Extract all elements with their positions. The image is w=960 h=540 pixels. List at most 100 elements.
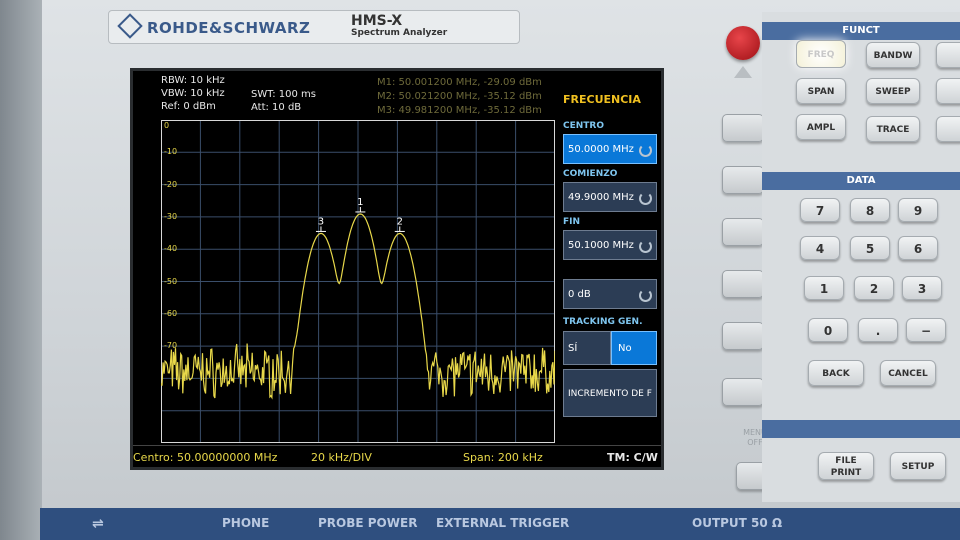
rotary-knob-icon <box>639 192 652 205</box>
marker-2-readout: M2: 50.021200 MHz, -35.12 dBm <box>377 91 542 102</box>
spectrum-graph: 1 2 3 <box>160 120 556 443</box>
key-8[interactable]: 8 <box>850 198 890 222</box>
center-frequency-readout: Centro: 50.00000000 MHz <box>133 451 278 464</box>
start-freq-value: 49.9000 MHz <box>568 192 634 203</box>
ref-readout: Ref: 0 dBm <box>161 101 216 112</box>
file-print-key[interactable]: FILE PRINT <box>818 452 874 480</box>
marker-1-readout: M1: 50.001200 MHz, -29.09 dBm <box>377 77 542 88</box>
key-0[interactable]: 0 <box>808 318 848 342</box>
brand-name: ROHDE&SCHWARZ <box>147 19 311 37</box>
data-panel-divider <box>762 420 960 438</box>
key-1[interactable]: 1 <box>804 276 844 300</box>
stop-freq-field[interactable]: 50.1000 MHz <box>563 230 657 260</box>
probe-power-label: PROBE POWER <box>318 516 418 530</box>
marker-3: 3 <box>315 216 326 232</box>
spectrum-plot[interactable]: 1 2 3 <box>160 120 556 443</box>
div-readout: 20 kHz/DIV <box>311 451 372 464</box>
function-key-6[interactable] <box>936 78 960 104</box>
analyzer-screen: RBW: 10 kHz VBW: 10 kHz Ref: 0 dBm SWT: … <box>130 68 664 470</box>
trace-mode-readout: TM: C/W <box>607 451 658 464</box>
setup-key[interactable]: SETUP <box>890 452 946 480</box>
stop-freq-value: 50.1000 MHz <box>568 240 634 251</box>
sweep-key[interactable]: SWEEP <box>866 78 920 104</box>
external-trigger-label: EXTERNAL TRIGGER <box>436 516 570 530</box>
tracking-yes-option[interactable]: SÍ <box>563 331 611 365</box>
key-3[interactable]: 3 <box>902 276 942 300</box>
key-decimal[interactable]: . <box>858 318 898 342</box>
power-button[interactable] <box>726 26 760 60</box>
marker-number: 1 <box>357 197 363 208</box>
y-axis-label: -70 <box>164 341 178 351</box>
softkey-4[interactable] <box>722 270 764 298</box>
data-header: DATA <box>762 172 960 190</box>
function-header: FUNCT <box>762 22 960 40</box>
y-axis-label: -50 <box>164 276 178 286</box>
left-frame <box>0 0 42 540</box>
y-axis-label: -40 <box>164 244 178 254</box>
start-label: COMIENZO <box>563 169 618 179</box>
y-axis-label: -30 <box>164 211 178 221</box>
freq-increment-button[interactable]: INCREMENTO DE F <box>563 369 657 417</box>
y-axis-label: -10 <box>164 147 178 157</box>
span-key[interactable]: SPAN <box>796 78 846 104</box>
stop-label: FIN <box>563 217 581 227</box>
softkey-5[interactable] <box>722 322 764 350</box>
offset-value: 0 dB <box>568 289 591 300</box>
swt-readout: SWT: 100 ms <box>251 89 317 100</box>
brand-logo: ROHDE&SCHWARZ <box>117 13 311 39</box>
back-key[interactable]: BACK <box>808 360 864 386</box>
offset-field[interactable]: 0 dB <box>563 279 657 309</box>
softkey-3[interactable] <box>722 218 764 246</box>
marker-3-readout: M3: 49.981200 MHz, -35.12 dBm <box>377 105 542 116</box>
marker-number: 3 <box>318 216 324 227</box>
vbw-readout: VBW: 10 kHz <box>161 88 225 99</box>
rotary-knob-icon <box>639 240 652 253</box>
brand-bar: ROHDE&SCHWARZ HMS-X Spectrum Analyzer <box>108 10 520 44</box>
key-6[interactable]: 6 <box>898 236 938 260</box>
key-minus[interactable]: − <box>906 318 946 342</box>
marker-1: 1 <box>355 197 366 213</box>
key-2[interactable]: 2 <box>854 276 894 300</box>
function-panel: FUNCT FREQ BANDW SPAN SWEEP AMPL TRACE D… <box>762 12 960 502</box>
rbw-readout: RBW: 10 kHz <box>161 75 225 86</box>
center-freq-field[interactable]: 50.0000 MHz <box>563 134 657 164</box>
span-readout: Span: 200 kHz <box>463 451 543 464</box>
bottom-connector-strip: ⇌ PHONE PROBE POWER EXTERNAL TRIGGER OUT… <box>40 508 960 540</box>
y-axis-label: -60 <box>164 308 178 318</box>
key-9[interactable]: 9 <box>898 198 938 222</box>
marker-number: 2 <box>397 216 403 227</box>
rotary-knob-icon <box>639 144 652 157</box>
model-subtitle: Spectrum Analyzer <box>351 28 448 38</box>
ampl-key[interactable]: AMPL <box>796 114 846 140</box>
start-freq-field[interactable]: 49.9000 MHz <box>563 182 657 212</box>
att-readout: Att: 10 dB <box>251 102 302 113</box>
function-key-3[interactable] <box>936 42 960 68</box>
center-freq-value: 50.0000 MHz <box>568 144 634 155</box>
key-7[interactable]: 7 <box>800 198 840 222</box>
trace-key[interactable]: TRACE <box>866 116 920 142</box>
y-axis-label: -20 <box>164 179 178 189</box>
softkey-1[interactable] <box>722 114 764 142</box>
status-bar: Centro: 50.00000000 MHz 20 kHz/DIV Span:… <box>133 445 661 468</box>
cancel-key[interactable]: CANCEL <box>880 360 936 386</box>
freq-increment-label: INCREMENTO DE F <box>568 389 652 399</box>
function-key-9[interactable] <box>936 116 960 142</box>
key-5[interactable]: 5 <box>850 236 890 260</box>
output-label: OUTPUT 50 Ω <box>692 516 783 530</box>
center-label: CENTRO <box>563 121 605 131</box>
tracking-no-option[interactable]: No <box>611 331 657 365</box>
standby-indicator-icon <box>734 66 752 78</box>
marker-2: 2 <box>394 216 405 232</box>
key-4[interactable]: 4 <box>800 236 840 260</box>
tracking-label: TRACKING GEN. <box>563 317 643 327</box>
softkey-6[interactable] <box>722 378 764 406</box>
model-name: HMS-X <box>351 13 403 29</box>
softkey-2[interactable] <box>722 166 764 194</box>
bandw-key[interactable]: BANDW <box>866 42 920 68</box>
freq-key[interactable]: FREQ <box>796 40 846 68</box>
menu-title: FRECUENCIA <box>563 93 641 106</box>
rotary-knob-icon <box>639 289 652 302</box>
y-axis-label: 0 <box>164 121 170 130</box>
usb-icon: ⇌ <box>92 516 104 532</box>
phone-label: PHONE <box>222 516 270 530</box>
